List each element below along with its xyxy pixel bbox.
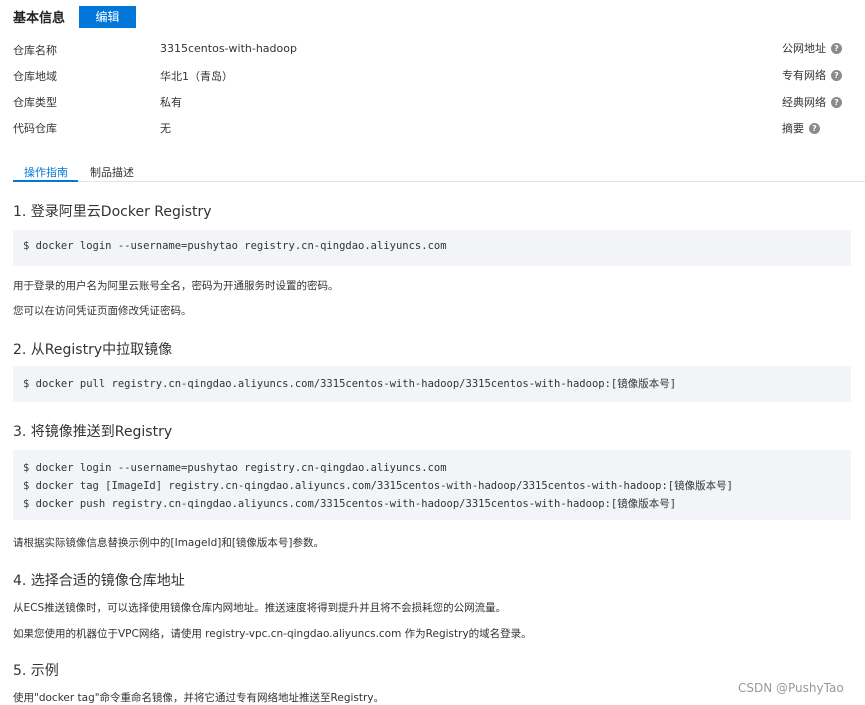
info-value-code-repo: 无 <box>160 122 171 135</box>
public-address-link[interactable]: 公网地址 ? <box>782 40 842 56</box>
help-icon[interactable]: ? <box>809 122 820 134</box>
public-address-label: 公网地址 <box>782 42 826 55</box>
vpc-address-label: 专有网络 <box>782 69 826 82</box>
code-line: $ docker tag [ImageId] registry.cn-qingd… <box>23 480 733 492</box>
step-3-note: 请根据实际镜像信息替换示例中的[ImageId]和[镜像版本号]参数。 <box>13 537 325 549</box>
digest-label: 摘要 <box>782 122 804 135</box>
edit-button[interactable]: 编辑 <box>79 6 136 28</box>
step-1-title: 1. 登录阿里云Docker Registry <box>13 204 212 220</box>
classic-network-label: 经典网络 <box>782 96 826 109</box>
info-label-region: 仓库地域 <box>13 70 57 83</box>
step-2-code: $ docker pull registry.cn-qingdao.aliyun… <box>13 366 851 402</box>
step-5-title: 5. 示例 <box>13 663 59 679</box>
info-value-name: 3315centos-with-hadoop <box>160 42 297 55</box>
code-line: $ docker push registry.cn-qingdao.aliyun… <box>23 498 677 510</box>
help-icon[interactable]: ? <box>831 69 842 81</box>
info-label-code-repo: 代码仓库 <box>13 122 57 135</box>
step-3-code: $ docker login --username=pushytao regis… <box>13 450 851 520</box>
help-icon[interactable]: ? <box>831 96 842 108</box>
code-line: $ docker pull registry.cn-qingdao.aliyun… <box>23 378 677 390</box>
step-2-title: 2. 从Registry中拉取镜像 <box>13 342 173 358</box>
info-label-name: 仓库名称 <box>13 44 57 57</box>
info-value-type: 私有 <box>160 96 182 109</box>
step-4-note-1: 从ECS推送镜像时，可以选择使用镜像仓库内网地址。推送速度将得到提升并且将不会损… <box>13 602 507 614</box>
tabs-divider <box>13 181 865 182</box>
vpc-address-link[interactable]: 专有网络 ? <box>782 67 842 83</box>
help-icon[interactable]: ? <box>831 42 842 54</box>
step-1-code: $ docker login --username=pushytao regis… <box>13 230 851 266</box>
info-label-type: 仓库类型 <box>13 96 57 109</box>
step-1-note-1: 用于登录的用户名为阿里云账号全名，密码为开通服务时设置的密码。 <box>13 280 339 292</box>
step-4-note-2: 如果您使用的机器位于VPC网络，请使用 registry-vpc.cn-qing… <box>13 628 532 640</box>
tab-artifact-description[interactable]: 制品描述 <box>90 164 134 180</box>
code-line: $ docker login --username=pushytao regis… <box>23 240 447 252</box>
step-3-title: 3. 将镜像推送到Registry <box>13 424 173 440</box>
info-value-region: 华北1（青岛） <box>160 70 233 83</box>
section-title: 基本信息 <box>13 11 66 26</box>
step-4-title: 4. 选择合适的镜像仓库地址 <box>13 573 185 589</box>
step-1-note-2: 您可以在访问凭证页面修改凭证密码。 <box>13 305 192 317</box>
code-line: $ docker login --username=pushytao regis… <box>23 462 447 474</box>
tab-guide[interactable]: 操作指南 <box>24 164 68 180</box>
active-tab-indicator <box>13 180 78 182</box>
classic-network-link[interactable]: 经典网络 ? <box>782 94 842 110</box>
watermark: CSDN @PushyTao <box>738 681 844 695</box>
digest-link[interactable]: 摘要 ? <box>782 120 820 136</box>
